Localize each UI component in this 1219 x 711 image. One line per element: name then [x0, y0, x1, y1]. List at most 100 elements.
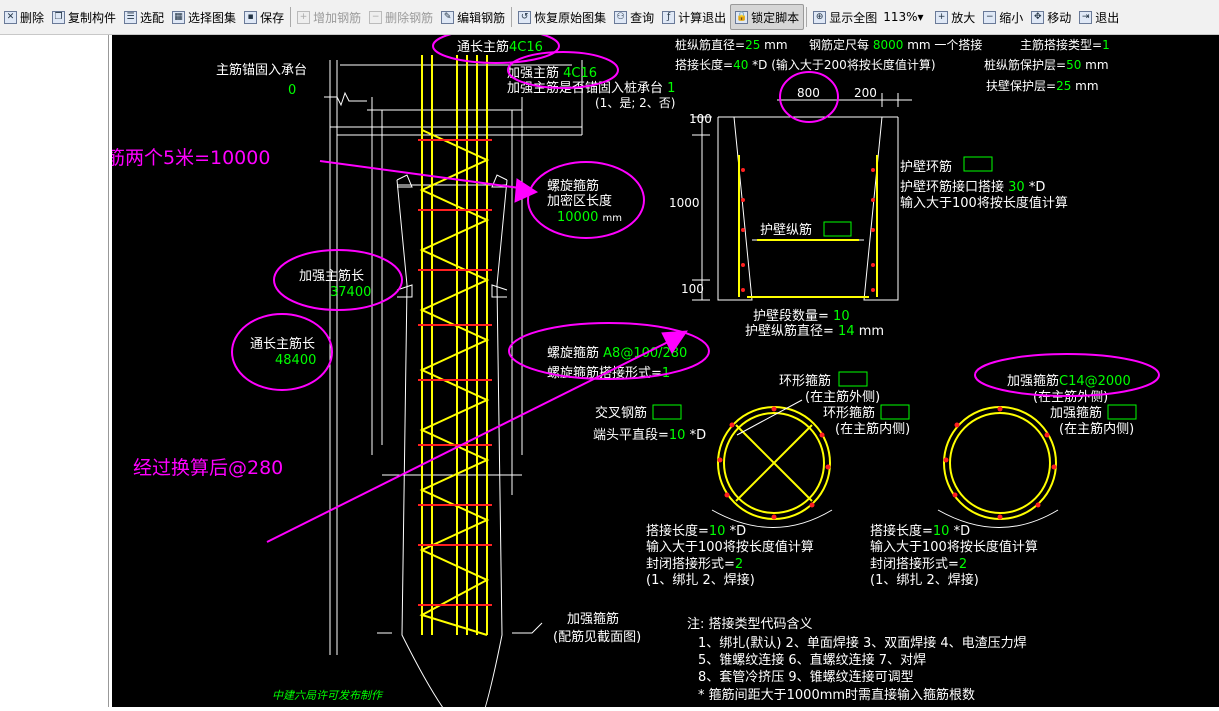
add-stirrup-inner-input[interactable]: [1107, 404, 1137, 420]
svg-text:护壁纵筋直径= 14 mm: 护壁纵筋直径= 14 mm: [745, 323, 884, 339]
lock-icon: 🔒: [735, 10, 749, 24]
svg-text:加强主筋 4C16: 加强主筋 4C16: [507, 65, 597, 81]
svg-text:8、套管冷挤压 9、锥螺纹连接可调型: 8、套管冷挤压 9、锥螺纹连接可调型: [698, 669, 914, 685]
svg-text:输入大于100将按长度值计算: 输入大于100将按长度值计算: [646, 539, 814, 555]
remove-rebar-icon: −: [369, 10, 383, 24]
svg-text:加强箍筋: 加强箍筋: [567, 611, 619, 627]
svg-text:注: 搭接类型代码含义: 注: 搭接类型代码含义: [687, 616, 813, 632]
ring-rebar-input[interactable]: [963, 156, 993, 172]
svg-text:端头平直段=10 *D: 端头平直段=10 *D: [593, 428, 706, 443]
toolbar-label: 删除: [20, 10, 45, 25]
toolbar-button-2[interactable]: ☰ 选配: [120, 5, 168, 29]
exit-icon: ⇥: [1079, 10, 1093, 24]
toolbar-separator: [511, 7, 513, 27]
svg-text:(配筋见截面图): (配筋见截面图): [553, 629, 641, 645]
retaining-wall-detail: [692, 93, 912, 301]
toolbar-button-10[interactable]: ƒ 计算退出: [658, 5, 730, 29]
svg-text:5、锥螺纹连接 6、直螺纹连接 7、对焊: 5、锥螺纹连接 6、直螺纹连接 7、对焊: [698, 652, 926, 668]
svg-text:护壁环筋: 护壁环筋: [900, 159, 952, 175]
svg-text:经过换算后@280: 经过换算后@280: [133, 457, 283, 479]
svg-text:加强箍筋C14@2000: 加强箍筋C14@2000: [1007, 373, 1131, 389]
svg-text:螺旋箍筋 A8@100/280: 螺旋箍筋 A8@100/280: [547, 345, 687, 361]
ring-stirrup-inner-input[interactable]: [880, 404, 910, 420]
cross-bar-input[interactable]: [652, 404, 682, 420]
zoom-out-icon: −: [983, 10, 997, 24]
markup-notes: 加密箍筋两个5米=10000 经过换算后@280: [49, 147, 283, 479]
toolbar-label: 选择图集: [188, 10, 237, 25]
svg-text:200: 200: [854, 86, 877, 100]
pile-rebar-drawing: 桩纵筋直径=25 mm 钢筋定尺每 8000 mm 一个搭接 主筋搭接类型=1 …: [49, 28, 1160, 711]
svg-text:100: 100: [689, 112, 712, 126]
svg-text:(1、是; 2、否): (1、是; 2、否): [595, 96, 676, 110]
toolbar-button-3[interactable]: ▦ 选择图集: [168, 5, 240, 29]
toolbar-label: 增加钢筋: [313, 10, 362, 25]
svg-text:1、绑扎(默认) 2、单面焊接 3、双面焊接 4: 1、绑扎(默认) 2、单面焊接 3、双面焊接 4、电渣压力焊: [698, 635, 1027, 651]
zoom-value: 113%: [883, 10, 918, 24]
toolbar-label: 退出: [1095, 10, 1120, 25]
toolbar-button-7[interactable]: ✎ 编辑钢筋: [437, 5, 509, 29]
section-2-labels: 加强箍筋C14@2000 (在主筋外侧) 加强箍筋 (在主筋内侧) 搭接长度=1…: [870, 373, 1137, 588]
svg-text:(在主筋内侧): (在主筋内侧): [835, 421, 910, 437]
ring-stirrup-outer-input[interactable]: [838, 371, 868, 387]
toolbar-label: 编辑钢筋: [457, 10, 506, 25]
toolbar-button-16[interactable]: ⇥ 退出: [1075, 5, 1123, 29]
toolbar-button-5[interactable]: + 增加钢筋: [293, 5, 365, 29]
component-tree-pane[interactable]: [0, 35, 109, 707]
svg-text:桩纵筋保护层=50 mm: 桩纵筋保护层=50 mm: [984, 57, 1109, 72]
toolbar-button-0[interactable]: ✕ 删除: [0, 5, 48, 29]
drawing-canvas[interactable]: 桩纵筋直径=25 mm 钢筋定尺每 8000 mm 一个搭接 主筋搭接类型=1 …: [49, 28, 1219, 711]
lap-type-notes: 注: 搭接类型代码含义 1、绑扎(默认) 2、单面焊接 3、双面焊接 4、电渣压…: [687, 616, 1027, 703]
zoom-in-icon: +: [935, 10, 949, 24]
svg-text:封闭搭接形式=2: 封闭搭接形式=2: [870, 556, 967, 572]
toolbar-separator: [806, 7, 808, 27]
delete-icon: ✕: [4, 10, 17, 24]
toolbar-button-15[interactable]: ✥ 移动: [1027, 5, 1075, 29]
svg-text:加密箍筋两个5米=10000: 加密箍筋两个5米=10000: [112, 147, 270, 169]
svg-text:加强主筋是否锚固入桩承台 1: 加强主筋是否锚固入桩承台 1: [507, 80, 675, 96]
fx-icon: ƒ: [662, 10, 676, 24]
svg-text:护壁段数量= 10: 护壁段数量= 10: [753, 309, 850, 324]
toolbar-label: 查询: [630, 10, 655, 25]
toolbar-button-9[interactable]: ⚇ 查询: [610, 5, 658, 29]
zoom-select[interactable]: 113% ▾: [883, 7, 929, 27]
svg-text:加强主筋长: 加强主筋长: [299, 268, 364, 284]
svg-text:10000 mm: 10000 mm: [557, 210, 622, 225]
chevron-down-icon[interactable]: ▾: [918, 10, 924, 24]
svg-text:(在主筋内侧): (在主筋内侧): [1059, 421, 1134, 437]
svg-text:* 箍筋间距大于1000mm时需直接输入箍筋根数: * 箍筋间距大于1000mm时需直接输入箍筋根数: [698, 687, 975, 703]
toolbar-label: 缩小: [999, 10, 1024, 25]
toolbar-separator: [290, 7, 292, 27]
svg-text:加强箍筋: 加强箍筋: [1050, 405, 1102, 421]
toolbar-button-11[interactable]: 🔒 锁定脚本: [730, 4, 805, 30]
toolbar-label: 计算退出: [678, 10, 727, 25]
save-icon: ▪: [244, 10, 258, 24]
main-rebars: [419, 55, 490, 636]
toolbar-button-1[interactable]: ❐ 复制构件: [48, 5, 120, 29]
svg-text:主筋锚固入承台: 主筋锚固入承台: [216, 62, 307, 78]
toolbar-button-13[interactable]: + 放大: [931, 5, 979, 29]
edit-rebar-icon: ✎: [441, 10, 455, 24]
toolbar-label: 复制构件: [68, 10, 117, 25]
svg-text:加密区长度: 加密区长度: [547, 193, 612, 209]
binoculars-icon: ⚇: [614, 10, 628, 24]
toolbar-button-4[interactable]: ▪ 保存: [240, 5, 288, 29]
toolbar-button-6[interactable]: − 删除钢筋: [365, 5, 437, 29]
svg-text:主筋搭接类型=1: 主筋搭接类型=1: [1020, 37, 1110, 52]
toolbar-button-14[interactable]: − 缩小: [979, 5, 1027, 29]
toolbar-label: 显示全图: [829, 10, 878, 25]
copy-icon: ❐: [52, 10, 66, 24]
svg-text:(在主筋外侧): (在主筋外侧): [1033, 389, 1108, 405]
svg-text:中建六局许可发布制作: 中建六局许可发布制作: [272, 689, 384, 702]
section-1-labels: 环形箍筋 (在主筋外侧) 环形箍筋 (在主筋内侧) 交叉钢筋 端头平直段=10 …: [593, 371, 910, 588]
pan-icon: ✥: [1031, 10, 1045, 24]
toolbar-label: 选配: [140, 10, 165, 25]
toolbar-label: 锁定脚本: [751, 10, 800, 25]
toolbar-button-12[interactable]: ⊕ 显示全图: [809, 5, 881, 29]
toolbar-label: 删除钢筋: [385, 10, 434, 25]
toolbar-label: 保存: [260, 10, 285, 25]
toolbar-button-8[interactable]: ↺ 恢复原始图集: [514, 5, 610, 29]
top-params: 桩纵筋直径=25 mm 钢筋定尺每 8000 mm 一个搭接 主筋搭接类型=1 …: [675, 37, 1110, 93]
wall-long-rebar-input[interactable]: [823, 221, 852, 237]
svg-text:搭接长度=10 *D: 搭接长度=10 *D: [646, 523, 746, 539]
elevation-labels: 主筋锚固入承台 0 通长主筋4C16 加强主筋 4C16 加强主筋是否锚固入桩承…: [216, 39, 687, 702]
